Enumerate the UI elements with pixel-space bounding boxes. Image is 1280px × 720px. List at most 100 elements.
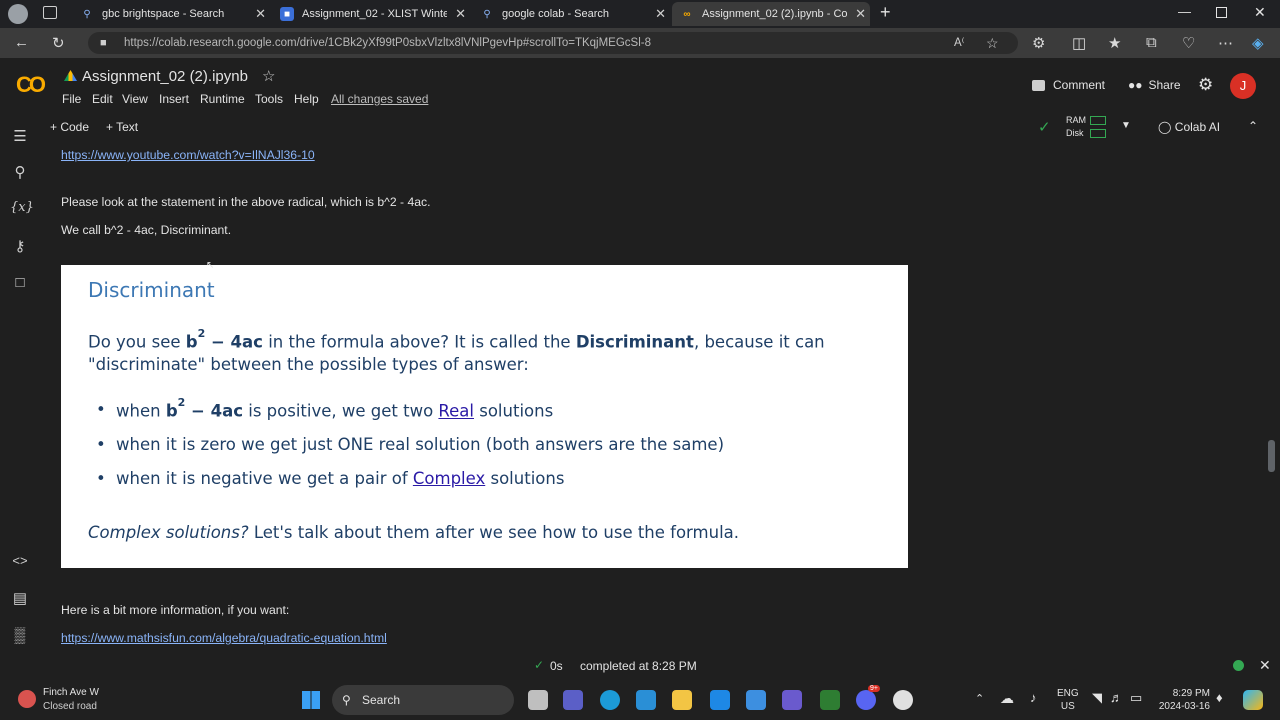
comment-button[interactable]: Comment: [1032, 78, 1105, 92]
code-snippets-icon[interactable]: <>: [10, 553, 30, 568]
share-button[interactable]: ●● Share: [1128, 78, 1181, 92]
menu-edit[interactable]: Edit: [92, 92, 113, 106]
execution-completed[interactable]: completed at 8:28 PM: [580, 659, 697, 673]
scrollbar-thumb[interactable]: [1268, 440, 1275, 472]
back-icon[interactable]: ←: [14, 34, 29, 51]
runtime-dropdown-icon[interactable]: ▼: [1121, 120, 1131, 131]
colab-icon: ∞: [683, 8, 691, 20]
runtime-status-dot-icon[interactable]: [1233, 660, 1244, 671]
wifi-icon[interactable]: ◥: [1092, 690, 1102, 706]
discord-icon[interactable]: [856, 690, 876, 710]
menu-view[interactable]: View: [122, 92, 148, 106]
more-menu-icon[interactable]: ⋯: [1218, 34, 1233, 52]
bold-b: b: [185, 332, 198, 352]
browser-tab-strip: ⚲ gbc brightspace - Search ✕ ■ Assignmen…: [0, 0, 1280, 28]
menu-tools[interactable]: Tools: [255, 92, 283, 106]
clock[interactable]: 8:29 PM 2024-03-16: [1158, 687, 1210, 713]
text-span: in the formula above? It is called the: [262, 332, 576, 352]
star-icon[interactable]: ☆: [262, 67, 275, 85]
add-text-button[interactable]: + Text: [106, 120, 138, 134]
onedrive-icon[interactable]: ☁: [1000, 690, 1014, 707]
image-paragraph-1-line-2: "discriminate" between the possible type…: [88, 355, 529, 374]
close-window-icon[interactable]: ✕: [1254, 4, 1266, 21]
copilot-icon[interactable]: ◈: [1252, 34, 1264, 52]
notification-bell-icon[interactable]: ♦: [1216, 690, 1223, 705]
favorite-star-icon[interactable]: ☆: [986, 32, 999, 54]
app-icon[interactable]: [746, 690, 766, 710]
colab-ai-label: Colab AI: [1174, 120, 1221, 134]
text-span: solutions: [485, 469, 565, 488]
volume-icon[interactable]: ♬: [1110, 690, 1123, 705]
tab-google-colab-search[interactable]: ⚲ google colab - Search ✕: [480, 2, 670, 26]
text-span: when it is negative we get a pair of: [116, 469, 413, 488]
menu-help[interactable]: Help: [294, 92, 319, 106]
text-span: Do you see: [88, 332, 186, 352]
search-icon[interactable]: ⚲: [10, 163, 30, 181]
extensions-icon[interactable]: ⚙: [1032, 34, 1045, 52]
close-icon[interactable]: ✕: [455, 6, 466, 22]
file-explorer-icon[interactable]: [672, 690, 692, 710]
search-icon: ⚲: [483, 8, 491, 20]
colab-ai-button[interactable]: ◯ Colab AI: [1158, 120, 1220, 134]
url-text: https://colab.research.google.com/drive/…: [124, 37, 651, 49]
text-span: when: [116, 401, 166, 421]
account-avatar[interactable]: J: [1230, 73, 1256, 99]
add-code-button[interactable]: + Code: [50, 120, 89, 134]
copilot-taskbar-icon[interactable]: [1243, 690, 1263, 710]
store-icon[interactable]: [636, 690, 656, 710]
clipchamp-icon[interactable]: [782, 690, 802, 710]
tab-actions-icon[interactable]: [43, 6, 57, 19]
bold-b: b: [165, 401, 178, 421]
table-of-contents-icon[interactable]: ☰: [10, 127, 30, 145]
teams-icon[interactable]: [563, 690, 583, 710]
menu-runtime[interactable]: Runtime: [200, 92, 245, 106]
bold-discriminant: Discriminant: [575, 332, 694, 352]
lock-icon: ■: [100, 37, 107, 49]
minimize-icon[interactable]: —: [1178, 4, 1191, 19]
notebook-title[interactable]: Assignment_02 (2).ipynb: [82, 68, 248, 85]
browser-essentials-icon[interactable]: ♡: [1182, 34, 1195, 52]
close-icon[interactable]: ✕: [855, 6, 866, 22]
tab-gbc-brightspace[interactable]: ⚲ gbc brightspace - Search ✕: [80, 2, 270, 26]
tray-chevron-icon[interactable]: ⌃: [975, 692, 984, 705]
close-status-icon[interactable]: ✕: [1259, 657, 1271, 674]
save-status-link[interactable]: All changes saved: [331, 92, 428, 106]
menu-insert[interactable]: Insert: [159, 92, 189, 106]
tab-colab-notebook[interactable]: ∞ Assignment_02 (2).ipynb - Colab ✕: [672, 2, 870, 26]
youtube-link[interactable]: https://www.youtube.com/watch?v=IlNAJl36…: [61, 148, 315, 162]
profile-avatar-icon[interactable]: [8, 4, 28, 24]
microphone-icon[interactable]: ♪: [1030, 690, 1037, 705]
menu-file[interactable]: File: [62, 92, 81, 106]
close-icon[interactable]: ✕: [255, 6, 266, 22]
taskbar-search-box[interactable]: ⚲ Search: [332, 685, 514, 715]
mail-icon[interactable]: [710, 690, 730, 710]
read-aloud-icon[interactable]: A⁽: [954, 32, 965, 54]
start-windows-icon[interactable]: [302, 691, 320, 709]
terminal-icon[interactable]: ▒: [10, 627, 30, 644]
new-tab-icon[interactable]: +: [880, 2, 891, 23]
split-screen-icon[interactable]: ◫: [1072, 34, 1086, 52]
chrome-icon[interactable]: [893, 690, 913, 710]
favorites-icon[interactable]: ★: [1108, 34, 1121, 52]
collapse-header-icon[interactable]: ⌃: [1248, 119, 1258, 133]
settings-gear-icon[interactable]: ⚙: [1198, 75, 1213, 95]
close-icon[interactable]: ✕: [655, 6, 666, 22]
wps-icon[interactable]: [820, 690, 840, 710]
colab-logo[interactable]: CO: [16, 72, 46, 98]
language-indicator[interactable]: ENG US: [1057, 687, 1079, 713]
resources-indicator[interactable]: RAM Disk: [1066, 114, 1086, 140]
bullet-negative: when it is negative we get a pair of Com…: [96, 469, 565, 488]
maximize-icon[interactable]: [1216, 7, 1227, 18]
collections-icon[interactable]: ⧉: [1146, 34, 1157, 51]
reload-icon[interactable]: ↻: [52, 34, 65, 52]
variables-icon[interactable]: {x}: [10, 200, 34, 215]
edge-icon[interactable]: [600, 690, 620, 710]
command-palette-icon[interactable]: ▤: [10, 589, 30, 607]
mathsisfun-link[interactable]: https://www.mathsisfun.com/algebra/quadr…: [61, 631, 387, 645]
task-view-icon[interactable]: [528, 690, 548, 710]
tab-assignment-xlist[interactable]: ■ Assignment_02 - XLIST Winter 20 ✕: [280, 2, 470, 26]
battery-icon[interactable]: ▭: [1130, 690, 1142, 706]
files-folder-icon[interactable]: □: [10, 274, 30, 291]
secrets-key-icon[interactable]: ⚷: [10, 237, 30, 255]
url-field[interactable]: ■ https://colab.research.google.com/driv…: [88, 32, 1018, 54]
